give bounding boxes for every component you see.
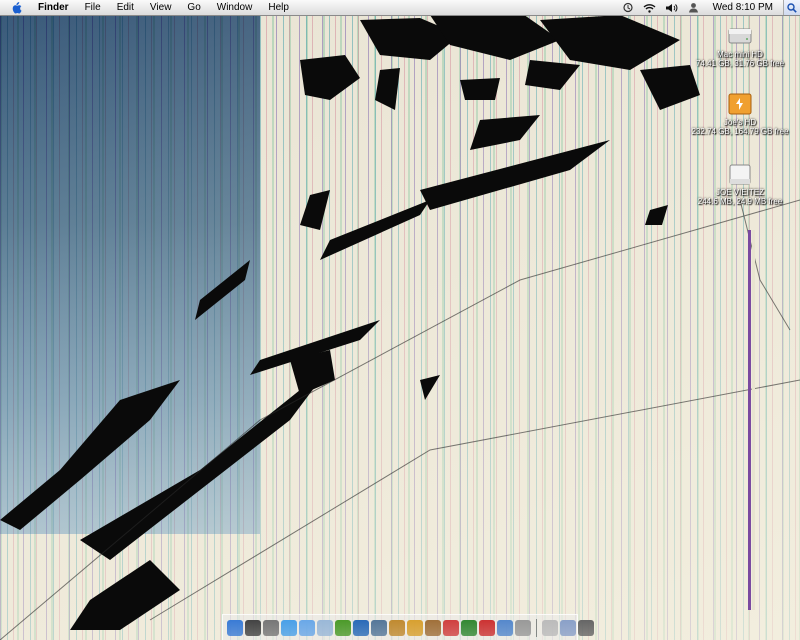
dashboard-icon[interactable] (245, 619, 261, 636)
external-firewire-disk-icon (728, 92, 752, 116)
usb-disk-icon (728, 162, 752, 186)
timemachine-icon[interactable] (621, 2, 635, 14)
menu-clock[interactable]: Wed 8:10 PM (705, 0, 783, 15)
menu-app-finder[interactable]: Finder (30, 0, 77, 15)
system-preferences-icon[interactable] (263, 619, 279, 636)
desktop-icon-label: JOE VIEITEZ (715, 188, 764, 197)
menu-extras: Wed 8:10 PM (617, 0, 800, 15)
desktop-icon-label: Mac mini HD (717, 50, 763, 59)
finder-icon[interactable] (227, 619, 243, 636)
desktop-icon-mac-mini-hd[interactable]: Mac mini HD 74.41 GB, 31.76 GB free (680, 24, 800, 68)
documents-folder-icon[interactable] (542, 619, 558, 636)
dock-separator (536, 618, 537, 637)
trash-icon[interactable] (578, 619, 594, 636)
dock (222, 614, 594, 640)
desktop-icon-info: 232.74 GB, 164.79 GB free (691, 127, 789, 136)
itunes-icon[interactable] (335, 619, 351, 636)
address-book-icon[interactable] (425, 619, 441, 636)
volume-icon[interactable] (665, 2, 679, 14)
preview-icon[interactable] (497, 619, 513, 636)
desktop-icon-label: Joe's HD (723, 118, 757, 127)
mail-icon[interactable] (317, 619, 333, 636)
desktop-icon-info: 244.6 MB, 24.9 MB free (697, 197, 783, 206)
internal-disk-icon (728, 24, 752, 48)
menu-file[interactable]: File (77, 0, 109, 15)
menu-go[interactable]: Go (179, 0, 208, 15)
menu-bar: Finder File Edit View Go Window Help Wed… (0, 0, 800, 16)
sticky-icon[interactable] (479, 619, 495, 636)
menu-view[interactable]: View (142, 0, 180, 15)
wifi-icon[interactable] (643, 2, 657, 14)
downloads-stack-icon[interactable] (560, 619, 576, 636)
imovie-icon[interactable] (389, 619, 405, 636)
user-icon[interactable] (687, 2, 701, 14)
apple-icon[interactable] (10, 1, 22, 14)
cyberduck-icon[interactable] (461, 619, 477, 636)
desktop-icon-info: 74.41 GB, 31.76 GB free (695, 59, 785, 68)
menu-edit[interactable]: Edit (109, 0, 142, 15)
network-icon[interactable] (515, 619, 531, 636)
menu-help[interactable]: Help (260, 0, 297, 15)
desktop-icon-joes-hd[interactable]: Joe's HD 232.74 GB, 164.79 GB free (680, 92, 800, 136)
quicktime-icon[interactable] (353, 619, 369, 636)
desktop-icon-joe-vieitez[interactable]: JOE VIEITEZ 244.6 MB, 24.9 MB free (680, 162, 800, 206)
desktop: Finder File Edit View Go Window Help Wed… (0, 0, 800, 640)
spotlight-icon[interactable] (783, 0, 800, 15)
ical-icon[interactable] (443, 619, 459, 636)
safari-icon[interactable] (281, 619, 297, 636)
garageband-icon[interactable] (407, 619, 423, 636)
iphoto-icon[interactable] (371, 619, 387, 636)
ichat-icon[interactable] (299, 619, 315, 636)
menu-window[interactable]: Window (209, 0, 261, 15)
